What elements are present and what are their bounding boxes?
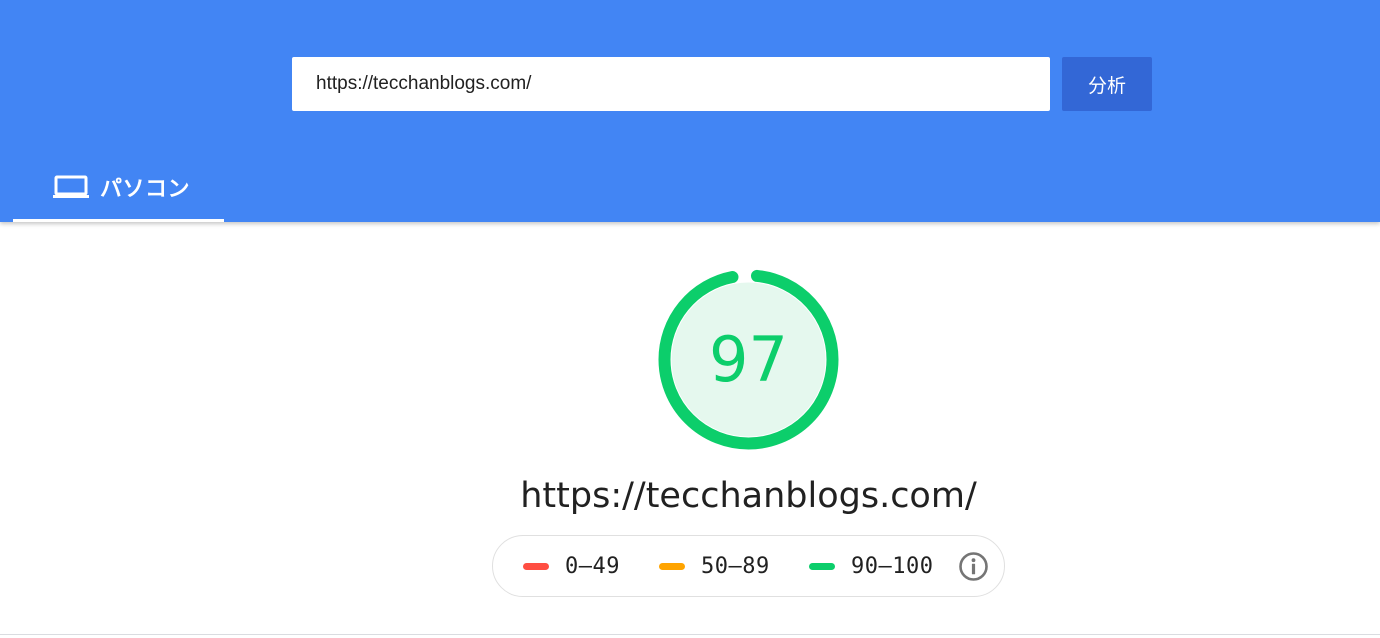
tab-desktop[interactable]: パソコン [13,158,224,222]
pass-swatch [809,562,835,570]
legend-label-average: 50–89 [701,553,770,579]
tab-desktop-label: パソコン [100,177,191,202]
info-icon[interactable] [958,551,989,582]
laptop-icon [53,175,89,198]
legend-item-pass: 90–100 [809,536,933,596]
legend-label-fail: 0–49 [565,553,620,579]
header-bar: 分析 パソコン [0,0,1380,222]
legend-item-fail: 0–49 [523,536,620,596]
final-url: https://tecchanblogs.com/ [520,476,977,516]
fail-swatch [523,562,549,570]
section-divider [0,634,1380,635]
tab-active-indicator [13,219,224,222]
legend-item-average: 50–89 [659,536,770,596]
performance-score: 97 [709,323,788,396]
score-legend: 0–49 50–89 90–100 [492,535,1005,597]
analyze-button[interactable]: 分析 [1062,57,1152,111]
average-swatch [659,562,685,570]
legend-label-pass: 90–100 [851,553,934,579]
url-input[interactable] [292,57,1050,111]
